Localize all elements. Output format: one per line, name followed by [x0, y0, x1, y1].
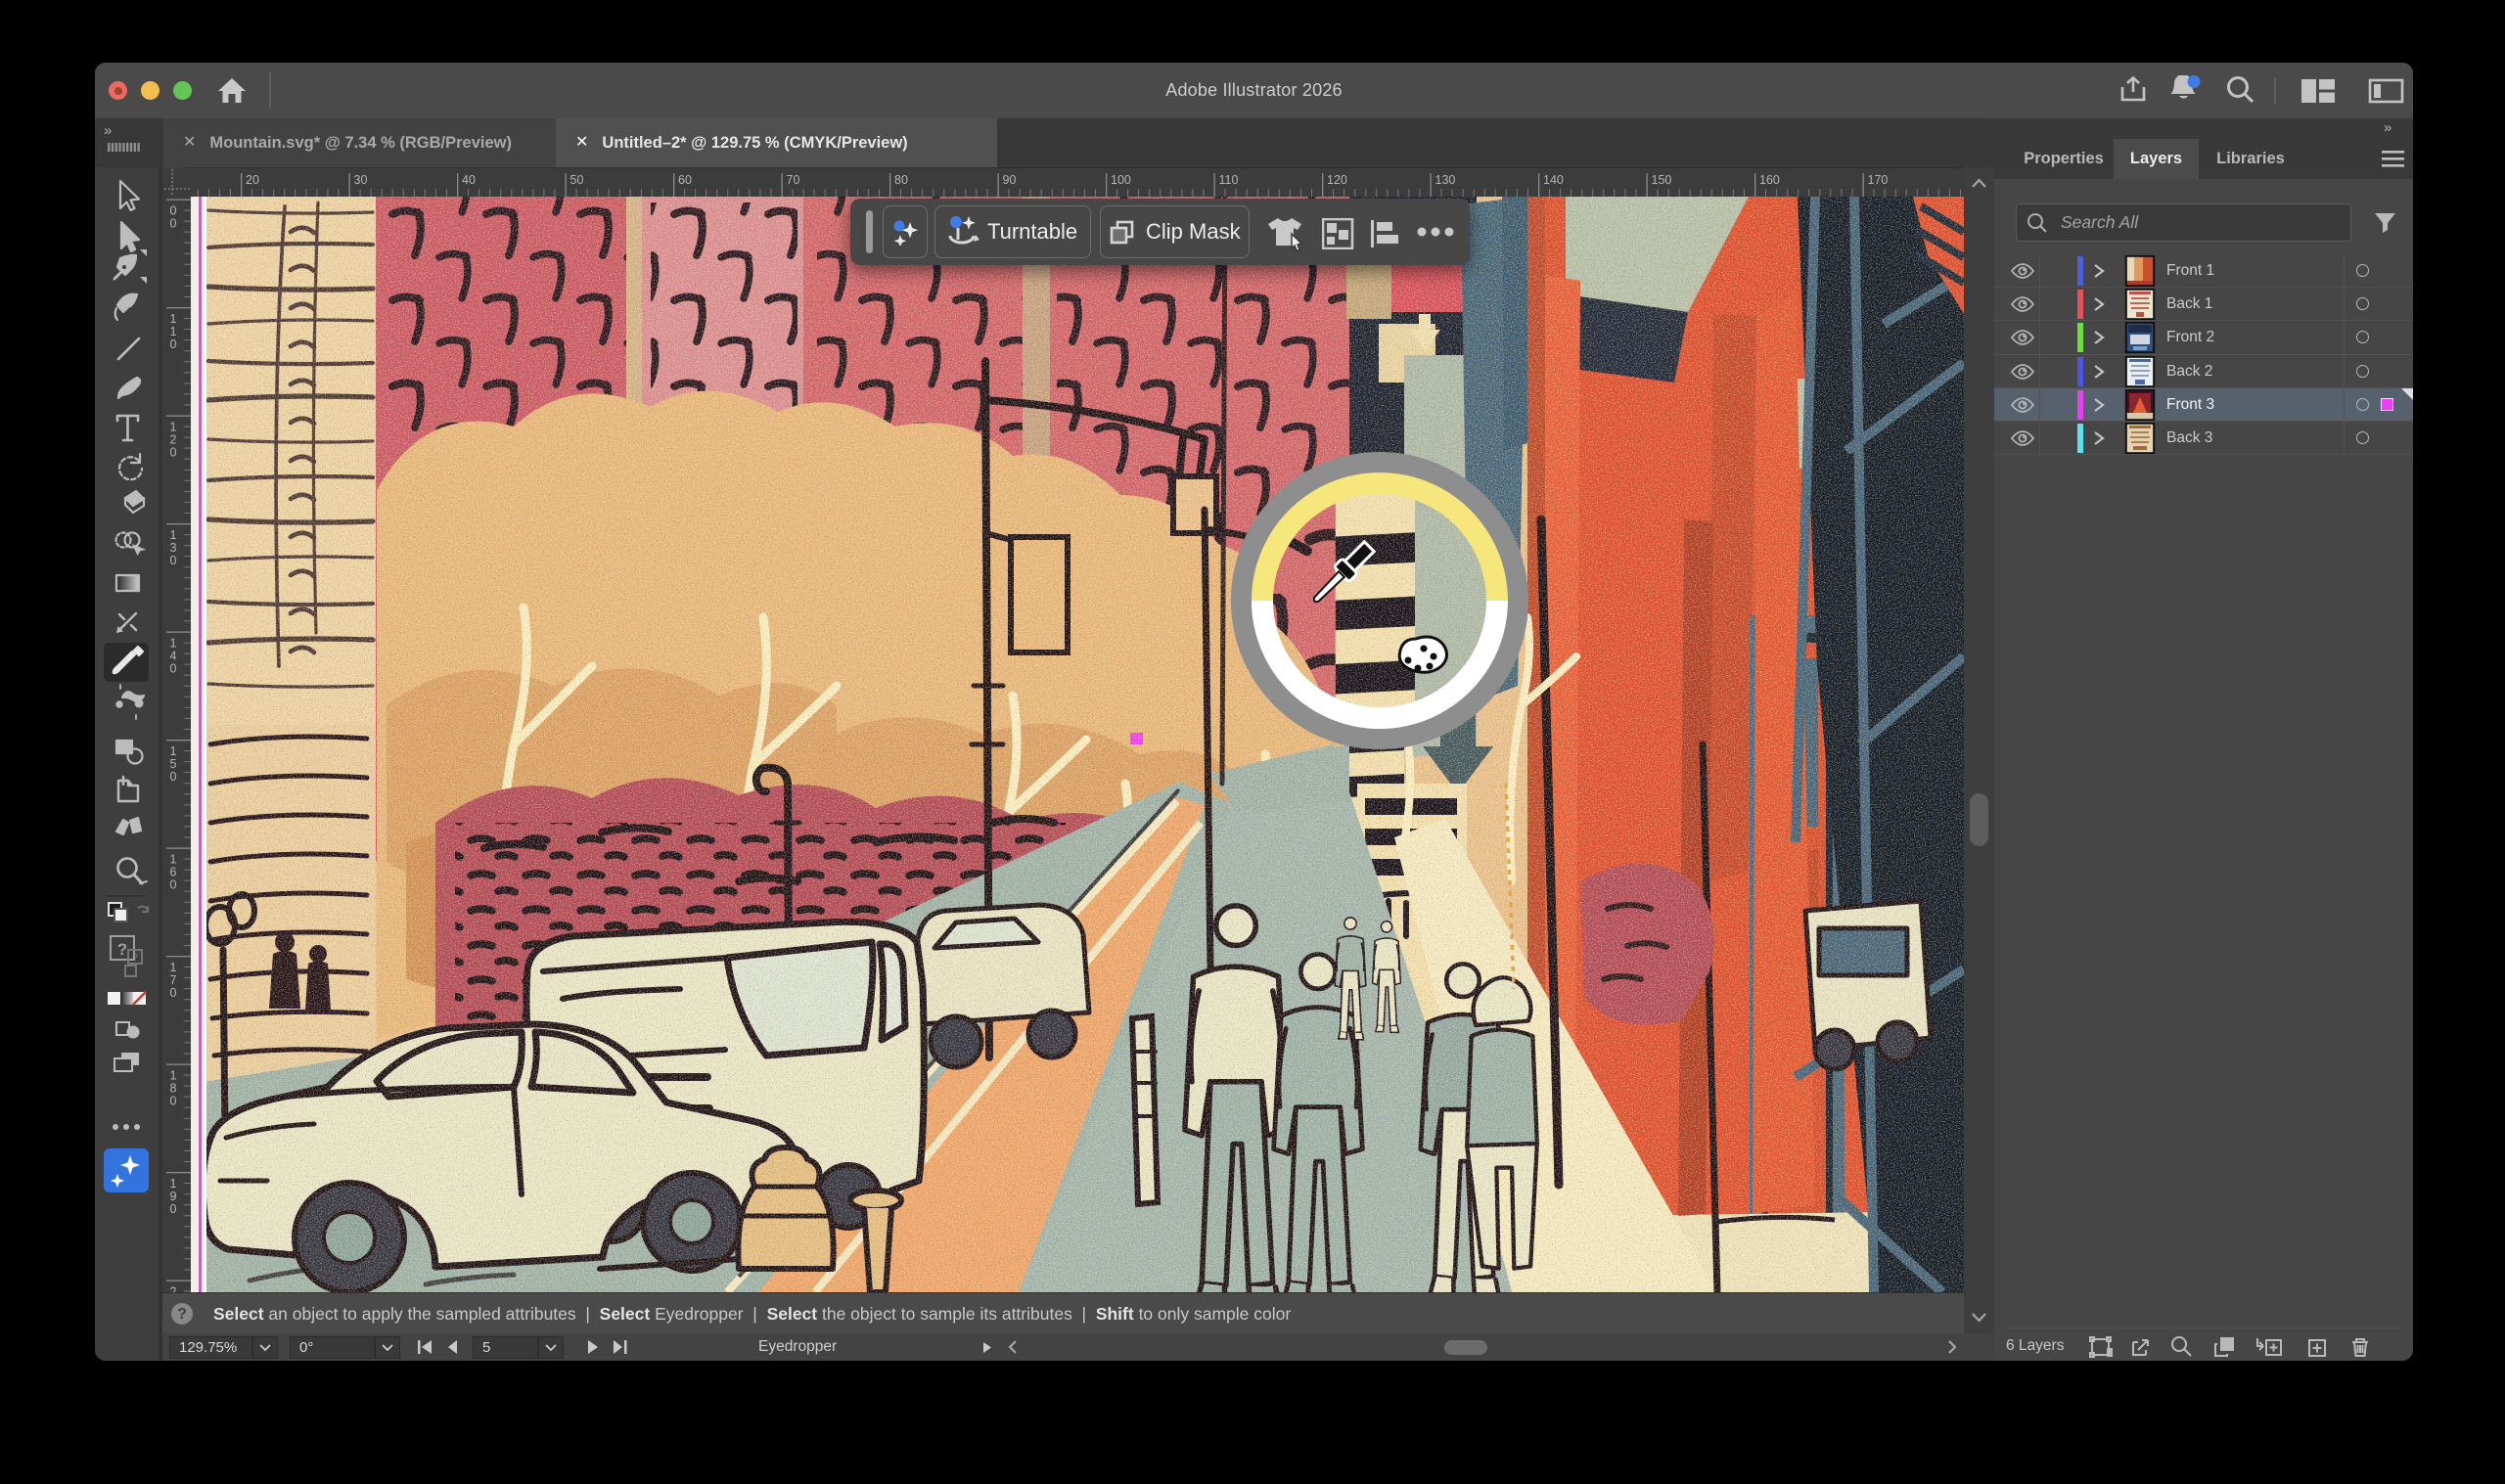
svg-text:140: 140 — [1543, 173, 1564, 187]
svg-text:30: 30 — [354, 173, 368, 187]
svg-text:9: 9 — [170, 1190, 177, 1203]
svg-text:5: 5 — [170, 757, 177, 771]
svg-text:90: 90 — [1003, 173, 1017, 187]
svg-text:1: 1 — [170, 853, 177, 867]
svg-text:?: ? — [117, 940, 127, 959]
svg-text:100: 100 — [1111, 173, 1131, 187]
svg-text:0: 0 — [170, 986, 177, 1000]
svg-text:0: 0 — [170, 1095, 177, 1108]
svg-text:0: 0 — [170, 1202, 177, 1216]
svg-text:150: 150 — [1652, 173, 1672, 187]
svg-text:?: ? — [177, 1306, 187, 1323]
svg-text:0: 0 — [170, 554, 177, 567]
svg-text:120: 120 — [1327, 173, 1347, 187]
svg-text:0: 0 — [170, 770, 177, 784]
svg-text:1: 1 — [170, 1069, 177, 1083]
svg-text:70: 70 — [787, 173, 800, 187]
svg-text:0: 0 — [170, 204, 177, 218]
svg-text:0: 0 — [170, 662, 177, 676]
svg-text:1: 1 — [170, 744, 177, 758]
svg-text:1: 1 — [170, 528, 177, 542]
svg-text:7: 7 — [170, 973, 177, 987]
svg-text:2: 2 — [170, 1285, 177, 1293]
svg-text:0: 0 — [170, 878, 177, 892]
svg-text:1: 1 — [170, 325, 177, 338]
svg-text:1: 1 — [170, 637, 177, 651]
svg-text:0: 0 — [170, 337, 177, 351]
svg-text:60: 60 — [678, 173, 692, 187]
svg-text:80: 80 — [894, 173, 908, 187]
svg-text:0: 0 — [170, 446, 177, 460]
svg-text:0: 0 — [170, 217, 177, 231]
svg-text:1: 1 — [170, 421, 177, 434]
svg-text:2: 2 — [170, 433, 177, 447]
svg-text:170: 170 — [1868, 173, 1889, 187]
svg-text:8: 8 — [170, 1082, 177, 1096]
svg-text:1: 1 — [170, 1177, 177, 1191]
svg-text:40: 40 — [462, 173, 476, 187]
svg-text:50: 50 — [570, 173, 584, 187]
svg-text:4: 4 — [170, 650, 177, 663]
svg-text:?: ? — [132, 953, 138, 964]
svg-text:110: 110 — [1219, 173, 1239, 187]
svg-text:6: 6 — [170, 866, 177, 879]
svg-text:3: 3 — [170, 541, 177, 555]
svg-text:20: 20 — [246, 173, 259, 187]
svg-text:1: 1 — [170, 312, 177, 326]
svg-text:130: 130 — [1435, 173, 1456, 187]
svg-text:160: 160 — [1759, 173, 1780, 187]
svg-text:1: 1 — [170, 961, 177, 974]
